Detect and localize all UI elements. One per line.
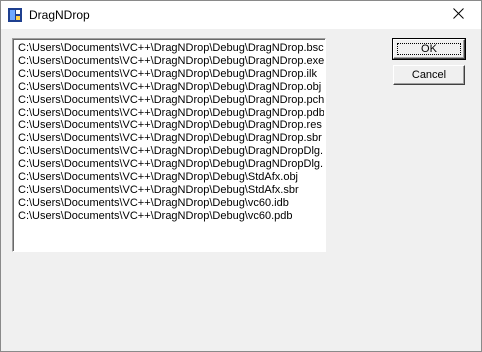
- file-listbox[interactable]: C:\Users\Documents\VC++\DragNDrop\Debug\…: [12, 38, 326, 252]
- ok-button[interactable]: OK: [392, 38, 466, 60]
- dialog-window: DragNDrop C:\Users\Documents\VC++\DragND…: [0, 0, 482, 352]
- list-item[interactable]: C:\Users\Documents\VC++\DragNDrop\Debug\…: [18, 145, 324, 158]
- list-item[interactable]: C:\Users\Documents\VC++\DragNDrop\Debug\…: [18, 171, 324, 184]
- list-item[interactable]: C:\Users\Documents\VC++\DragNDrop\Debug\…: [18, 42, 324, 55]
- list-item[interactable]: C:\Users\Documents\VC++\DragNDrop\Debug\…: [18, 55, 324, 68]
- list-item[interactable]: C:\Users\Documents\VC++\DragNDrop\Debug\…: [18, 119, 324, 132]
- list-item[interactable]: C:\Users\Documents\VC++\DragNDrop\Debug\…: [18, 132, 324, 145]
- list-item[interactable]: C:\Users\Documents\VC++\DragNDrop\Debug\…: [18, 184, 324, 197]
- list-item[interactable]: C:\Users\Documents\VC++\DragNDrop\Debug\…: [18, 94, 324, 107]
- list-item[interactable]: C:\Users\Documents\VC++\DragNDrop\Debug\…: [18, 107, 324, 120]
- list-item[interactable]: C:\Users\Documents\VC++\DragNDrop\Debug\…: [18, 197, 324, 210]
- title-bar[interactable]: DragNDrop: [1, 1, 481, 29]
- file-list: C:\Users\Documents\VC++\DragNDrop\Debug\…: [18, 42, 325, 223]
- cancel-button[interactable]: Cancel: [393, 65, 465, 85]
- ok-button-label: OK: [421, 43, 437, 55]
- close-button[interactable]: [435, 1, 481, 29]
- list-item[interactable]: C:\Users\Documents\VC++\DragNDrop\Debug\…: [18, 68, 324, 81]
- window-title: DragNDrop: [29, 8, 90, 22]
- app-icon: [7, 7, 23, 23]
- cancel-button-label: Cancel: [411, 69, 447, 81]
- list-item[interactable]: C:\Users\Documents\VC++\DragNDrop\Debug\…: [18, 81, 324, 94]
- list-item[interactable]: C:\Users\Documents\VC++\DragNDrop\Debug\…: [18, 210, 324, 223]
- list-item[interactable]: C:\Users\Documents\VC++\DragNDrop\Debug\…: [18, 158, 324, 171]
- dialog-client: C:\Users\Documents\VC++\DragNDrop\Debug\…: [1, 29, 481, 351]
- close-icon: [452, 6, 464, 24]
